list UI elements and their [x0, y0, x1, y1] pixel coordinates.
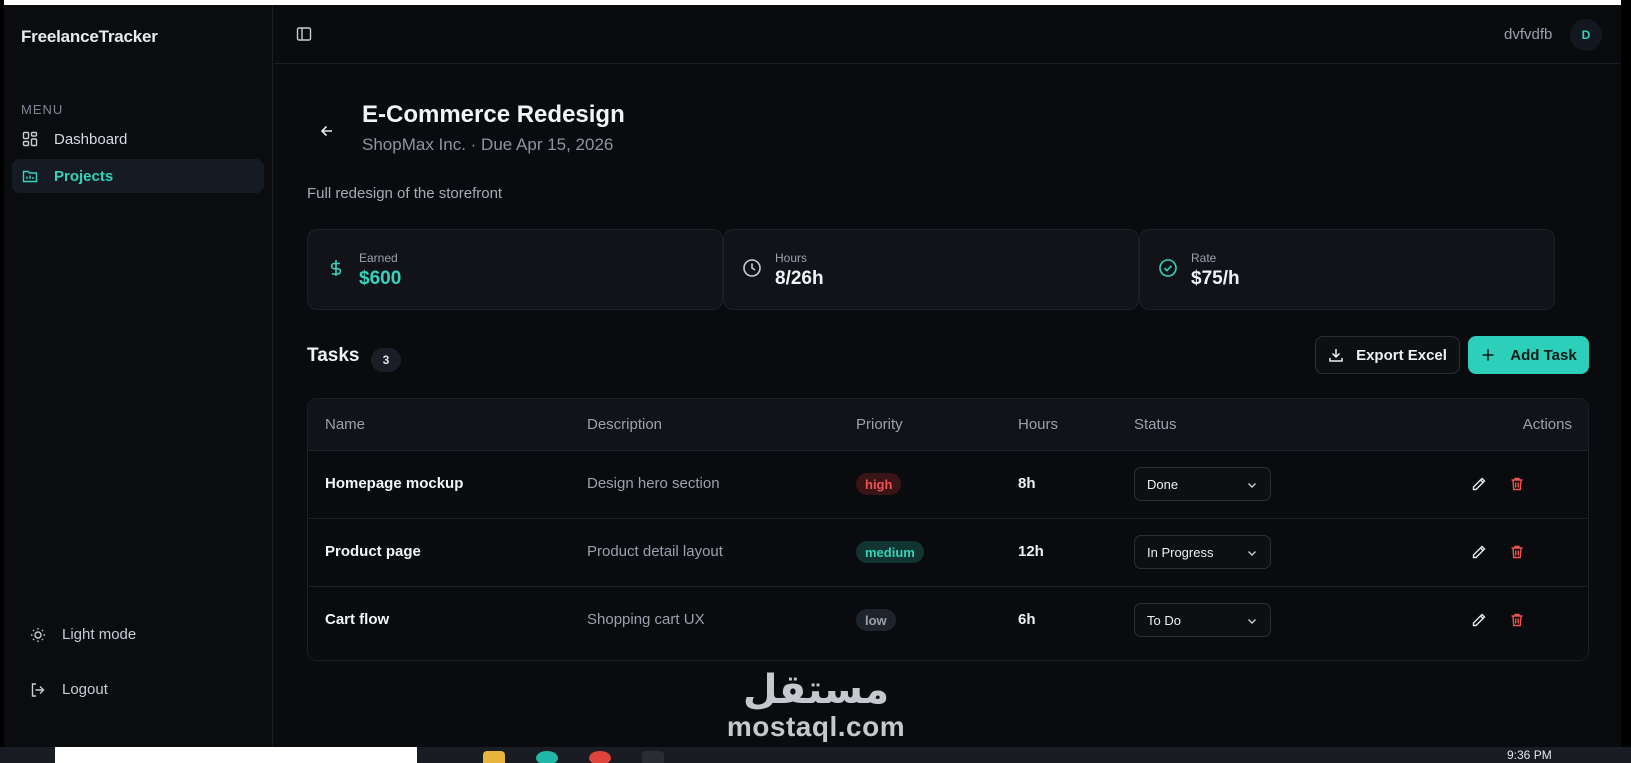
grid-icon: [22, 131, 38, 147]
add-task-button[interactable]: Add Task: [1468, 336, 1589, 374]
edit-pencil-icon[interactable]: [1471, 612, 1487, 628]
sidebar-item-dashboard[interactable]: Dashboard: [12, 122, 264, 156]
folder-chart-icon: [22, 170, 38, 183]
edit-pencil-icon[interactable]: [1471, 544, 1487, 560]
top-bar: dvfvdfb D: [274, 5, 1621, 64]
delete-trash-icon[interactable]: [1509, 476, 1525, 492]
export-excel-button[interactable]: Export Excel: [1315, 336, 1460, 374]
task-hours: 8h: [1018, 475, 1036, 492]
status-select[interactable]: Done: [1134, 467, 1271, 501]
task-name[interactable]: Product page: [325, 543, 421, 560]
export-label: Export Excel: [1356, 346, 1447, 364]
tasks-heading: Tasks: [307, 345, 360, 366]
delete-trash-icon[interactable]: [1509, 544, 1525, 560]
status-value: To Do: [1147, 612, 1181, 628]
stat-label: Earned: [359, 251, 398, 265]
stat-value: $600: [359, 268, 402, 289]
status-value: In Progress: [1147, 544, 1214, 560]
window-frame-right: [1621, 0, 1631, 747]
check-circle-icon: [1159, 259, 1177, 277]
table-header: Name Description Priority Hours Status A…: [308, 399, 1588, 451]
project-subtitle: ShopMax Inc. · Due Apr 15, 2026: [362, 135, 614, 154]
file-explorer-icon[interactable]: [483, 751, 505, 763]
table-row: Cart flow Shopping cart UX low 6h To Do: [308, 587, 1588, 655]
logout-label: Logout: [62, 681, 108, 698]
main-content: dvfvdfb D E-Commerce Redesign ShopMax In…: [274, 5, 1621, 747]
chevron-down-icon: [1248, 619, 1256, 624]
chrome-browser-icon[interactable]: [589, 751, 611, 763]
sidebar-item-projects[interactable]: Projects: [12, 159, 264, 193]
priority-badge: medium: [856, 541, 924, 563]
light-mode-label: Light mode: [62, 626, 137, 643]
priority-badge: low: [856, 609, 896, 631]
column-header-description[interactable]: Description: [587, 416, 662, 433]
sidebar-item-label: Dashboard: [54, 130, 128, 148]
dollar-icon: [330, 260, 342, 276]
priority-badge: high: [856, 473, 902, 495]
column-header-priority[interactable]: Priority: [856, 416, 903, 433]
watermark-arabic: مستقل: [742, 667, 890, 713]
download-icon: [1329, 349, 1343, 362]
sidebar-item-label: Projects: [54, 167, 114, 185]
sidebar: FreelanceTracker MENU Dashboard Projects…: [4, 5, 273, 747]
app-icon[interactable]: [642, 751, 664, 763]
column-header-name[interactable]: Name: [325, 416, 365, 433]
tasks-table: Name Description Priority Hours Status A…: [307, 398, 1589, 661]
stat-card-hours: Hours 8/26h: [723, 229, 1139, 310]
stat-value: 8/26h: [775, 268, 824, 289]
add-task-label: Add Task: [1510, 346, 1577, 364]
stat-label: Rate: [1191, 251, 1217, 265]
edit-pencil-icon[interactable]: [1471, 476, 1487, 492]
task-description: Design hero section: [587, 475, 720, 492]
sun-icon: [31, 627, 45, 642]
stat-card-earned: Earned $600: [307, 229, 723, 310]
logout-icon: [31, 682, 45, 697]
sidebar-toggle-icon[interactable]: [296, 26, 312, 42]
task-description: Product detail layout: [587, 543, 723, 560]
menu-section-label: MENU: [21, 102, 64, 117]
tasks-count-badge: 3: [371, 348, 401, 372]
brand-logo[interactable]: FreelanceTracker: [21, 27, 158, 47]
light-mode-toggle[interactable]: Light mode: [30, 626, 136, 643]
task-name[interactable]: Homepage mockup: [325, 475, 463, 492]
taskbar-clock: 9:36 PM: [1507, 748, 1552, 762]
os-taskbar: 9:36 PM: [0, 747, 1631, 763]
watermark: مستقل mostaql.com: [716, 668, 916, 742]
task-description: Shopping cart UX: [587, 611, 705, 628]
clock-icon: [743, 259, 761, 277]
stat-card-rate: Rate $75/h: [1139, 229, 1555, 310]
status-value: Done: [1147, 476, 1179, 492]
status-select[interactable]: In Progress: [1134, 535, 1271, 569]
status-select[interactable]: To Do: [1134, 603, 1271, 637]
project-description: Full redesign of the storefront: [307, 185, 503, 202]
stat-value: $75/h: [1191, 268, 1240, 289]
plus-icon: [1482, 349, 1494, 361]
back-arrow-icon[interactable]: [318, 122, 336, 140]
delete-trash-icon[interactable]: [1509, 612, 1525, 628]
username: dvfvdfb: [1504, 26, 1553, 43]
column-header-status[interactable]: Status: [1134, 416, 1177, 433]
task-hours: 12h: [1018, 543, 1044, 560]
stat-label: Hours: [775, 251, 808, 265]
column-header-actions: Actions: [1522, 416, 1572, 433]
edge-browser-icon[interactable]: [536, 751, 558, 763]
task-name[interactable]: Cart flow: [325, 611, 389, 628]
taskbar-search[interactable]: [55, 747, 417, 763]
page-title: E-Commerce Redesign: [362, 101, 625, 128]
column-header-hours[interactable]: Hours: [1018, 416, 1058, 433]
avatar[interactable]: D: [1570, 19, 1602, 51]
chevron-down-icon: [1248, 483, 1256, 488]
chevron-down-icon: [1248, 551, 1256, 556]
task-hours: 6h: [1018, 611, 1036, 628]
logout-button[interactable]: Logout: [30, 681, 108, 698]
table-row: Product page Product detail layout mediu…: [308, 519, 1588, 587]
table-row: Homepage mockup Design hero section high…: [308, 451, 1588, 519]
watermark-latin: mostaql.com: [726, 711, 906, 742]
